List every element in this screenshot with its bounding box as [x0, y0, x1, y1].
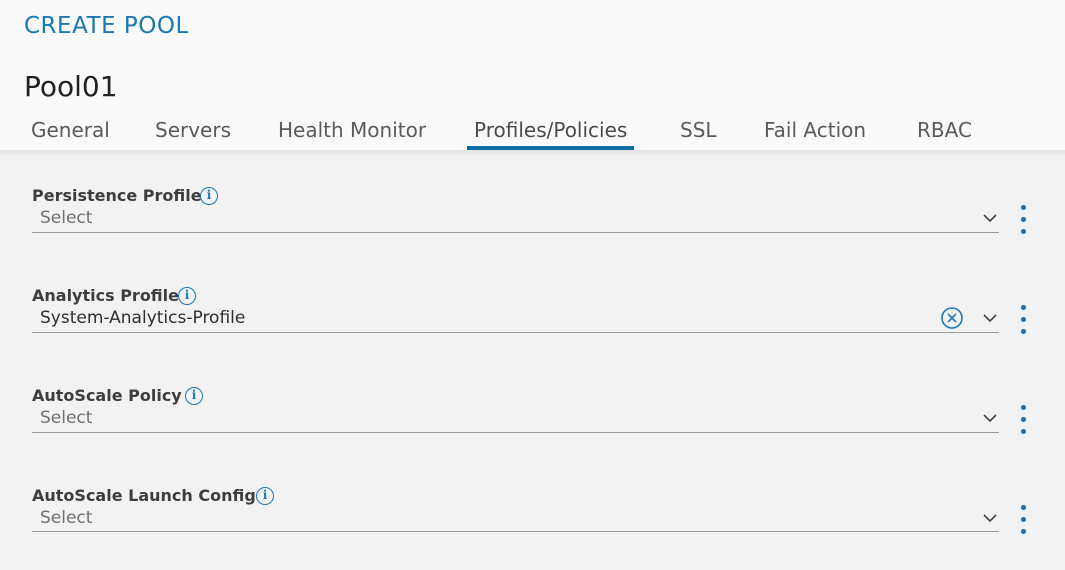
autoscale-launch-config-placeholder: Select	[40, 508, 93, 528]
chevron-down-icon[interactable]	[982, 510, 998, 526]
kebab-menu-icon[interactable]	[1016, 205, 1030, 237]
autoscale-policy-field: AutoScale Policy i Select	[32, 386, 1032, 452]
autoscale-launch-config-select[interactable]: Select	[32, 508, 999, 532]
info-icon[interactable]: i	[185, 387, 203, 405]
info-icon[interactable]: i	[200, 187, 218, 205]
info-icon[interactable]: i	[178, 287, 196, 305]
tab-profiles-policies[interactable]: Profiles/Policies	[467, 118, 635, 150]
chevron-down-icon[interactable]	[982, 310, 998, 326]
chevron-down-icon[interactable]	[982, 210, 998, 226]
info-icon[interactable]: i	[256, 487, 274, 505]
pool-name: Pool01	[24, 70, 118, 103]
clear-icon[interactable]	[940, 306, 964, 330]
tab-general[interactable]: General	[24, 118, 117, 150]
autoscale-policy-select[interactable]: Select	[32, 408, 999, 433]
persistence-profile-select[interactable]: Select	[32, 208, 999, 233]
tab-rbac[interactable]: RBAC	[910, 118, 979, 150]
tab-servers[interactable]: Servers	[148, 118, 238, 150]
kebab-menu-icon[interactable]	[1016, 305, 1030, 337]
header-divider	[0, 150, 1065, 156]
persistence-profile-field: Persistence Profile i Select	[32, 186, 1032, 252]
kebab-menu-icon[interactable]	[1016, 405, 1030, 437]
autoscale-policy-placeholder: Select	[40, 408, 93, 428]
analytics-profile-label: Analytics Profile	[32, 286, 179, 305]
modal-title: CREATE POOL	[24, 13, 189, 39]
tab-health-monitor[interactable]: Health Monitor	[271, 118, 433, 150]
tab-bar: General Servers Health Monitor Profiles/…	[0, 118, 1065, 150]
tab-fail-action[interactable]: Fail Action	[757, 118, 873, 150]
autoscale-launch-config-label: AutoScale Launch Config	[32, 486, 256, 505]
analytics-profile-select[interactable]: System-Analytics-Profile	[32, 306, 999, 333]
chevron-down-icon[interactable]	[982, 410, 998, 426]
tab-ssl[interactable]: SSL	[673, 118, 724, 150]
modal-header: CREATE POOL Pool01 General Servers Healt…	[0, 0, 1065, 150]
analytics-profile-field: Analytics Profile i System-Analytics-Pro…	[32, 286, 1032, 352]
autoscale-launch-config-field: AutoScale Launch Config i Select	[32, 486, 1032, 552]
persistence-profile-label: Persistence Profile	[32, 186, 202, 205]
autoscale-policy-label: AutoScale Policy	[32, 386, 182, 405]
analytics-profile-value: System-Analytics-Profile	[40, 308, 246, 328]
kebab-menu-icon[interactable]	[1016, 505, 1030, 537]
persistence-profile-placeholder: Select	[40, 208, 93, 228]
